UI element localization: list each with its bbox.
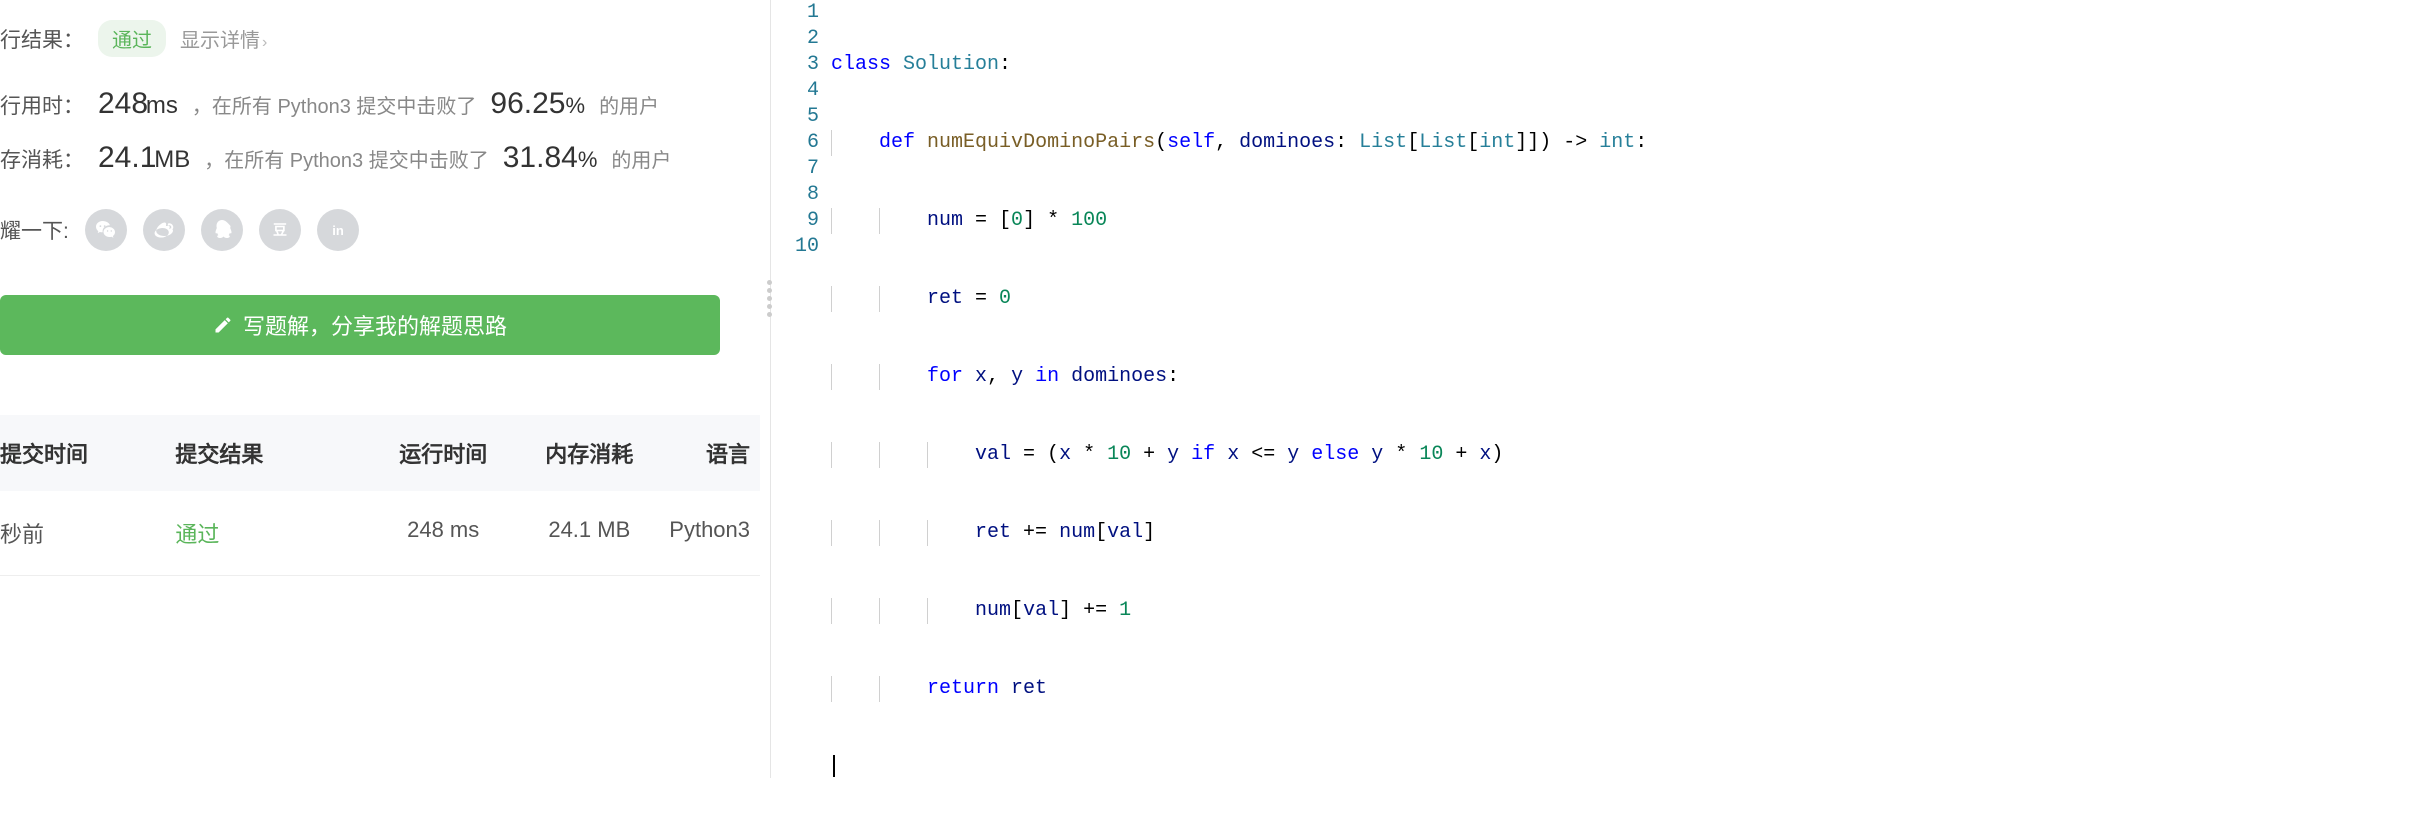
code-line: return ret (831, 676, 2414, 702)
runtime-value: 248 (98, 87, 148, 120)
cell-time: 秒前 (0, 517, 175, 549)
line-gutter: 1 2 3 4 5 6 7 8 9 10 (771, 0, 831, 778)
code-line: num = [0] * 100 (831, 208, 2414, 234)
wechat-icon[interactable] (85, 209, 127, 251)
result-header: 行结果： 通过 显示详情› (0, 0, 770, 77)
line-number: 3 (771, 52, 831, 78)
line-number: 1 (771, 0, 831, 26)
code-line: num[val] += 1 (831, 598, 2414, 624)
code-line (831, 754, 2414, 780)
table-header: 提交时间 提交结果 运行时间 内存消耗 语言 (0, 415, 760, 491)
memory-desc2: 的用户 (611, 144, 671, 173)
cursor (833, 755, 835, 777)
douban-icon[interactable]: 豆 (259, 209, 301, 251)
code-line: def numEquivDominoPairs(self, dominoes: … (831, 130, 2414, 156)
header-lang: 语言 (662, 437, 760, 469)
write-solution-button[interactable]: 写题解，分享我的解题思路 (0, 295, 720, 355)
memory-desc: ，在所有 Python3 提交中击败了 (204, 144, 489, 173)
memory-value: 24.1 (98, 141, 156, 174)
header-runtime: 运行时间 (370, 437, 516, 469)
line-number: 8 (771, 182, 831, 208)
table-row[interactable]: 秒前 通过 248 ms 24.1 MB Python3 (0, 491, 760, 576)
runtime-stat: 行用时： 248 ms ，在所有 Python3 提交中击败了 96.25% 的… (0, 77, 770, 131)
line-number: 5 (771, 104, 831, 130)
share-row: 耀一下: 豆 in (0, 185, 770, 275)
drag-handle-icon (767, 280, 772, 317)
submissions-table: 提交时间 提交结果 运行时间 内存消耗 语言 秒前 通过 248 ms 24.1… (0, 415, 760, 576)
header-time: 提交时间 (0, 437, 175, 469)
runtime-unit: ms (146, 92, 178, 119)
memory-stat: 存消耗： 24.1 MB ，在所有 Python3 提交中击败了 31.84% … (0, 131, 770, 185)
memory-unit: MB (154, 146, 190, 173)
weibo-icon[interactable] (143, 209, 185, 251)
code-line: ret = 0 (831, 286, 2414, 312)
memory-percent: 31.84 (503, 141, 578, 174)
runtime-desc2: 的用户 (599, 90, 659, 119)
pencil-icon (213, 315, 233, 335)
svg-text:豆: 豆 (273, 222, 287, 238)
code-editor[interactable]: 1 2 3 4 5 6 7 8 9 10 class Solution: def… (771, 0, 2414, 778)
cell-result: 通过 (175, 517, 370, 549)
qq-icon[interactable] (201, 209, 243, 251)
results-panel: 行结果： 通过 显示详情› 行用时： 248 ms ，在所有 Python3 提… (0, 0, 770, 778)
line-number: 7 (771, 156, 831, 182)
line-number: 2 (771, 26, 831, 52)
status-badge: 通过 (98, 20, 166, 57)
cell-runtime: 248 ms (370, 517, 516, 549)
show-details-link[interactable]: 显示详情› (180, 24, 267, 53)
code-line: for x, y in dominoes: (831, 364, 2414, 390)
result-label: 行结果： (0, 24, 84, 54)
header-memory: 内存消耗 (516, 437, 662, 469)
chevron-right-icon: › (262, 34, 267, 51)
line-number: 9 (771, 208, 831, 234)
cell-lang: Python3 (662, 517, 760, 549)
linkedin-icon[interactable]: in (317, 209, 359, 251)
panel-divider[interactable] (770, 0, 771, 778)
svg-text:in: in (332, 223, 344, 238)
runtime-label: 行用时： (0, 90, 84, 120)
line-number: 10 (771, 234, 831, 260)
code-content[interactable]: class Solution: def numEquivDominoPairs(… (831, 0, 2414, 778)
line-number: 6 (771, 130, 831, 156)
code-line: ret += num[val] (831, 520, 2414, 546)
code-line: class Solution: (831, 52, 2414, 78)
line-number: 4 (771, 78, 831, 104)
cell-memory: 24.1 MB (516, 517, 662, 549)
code-line: val = (x * 10 + y if x <= y else y * 10 … (831, 442, 2414, 468)
memory-label: 存消耗： (0, 144, 84, 174)
header-result: 提交结果 (175, 437, 370, 469)
runtime-desc: ，在所有 Python3 提交中击败了 (192, 90, 477, 119)
share-label: 耀一下: (0, 215, 69, 245)
runtime-percent: 96.25 (490, 87, 565, 120)
